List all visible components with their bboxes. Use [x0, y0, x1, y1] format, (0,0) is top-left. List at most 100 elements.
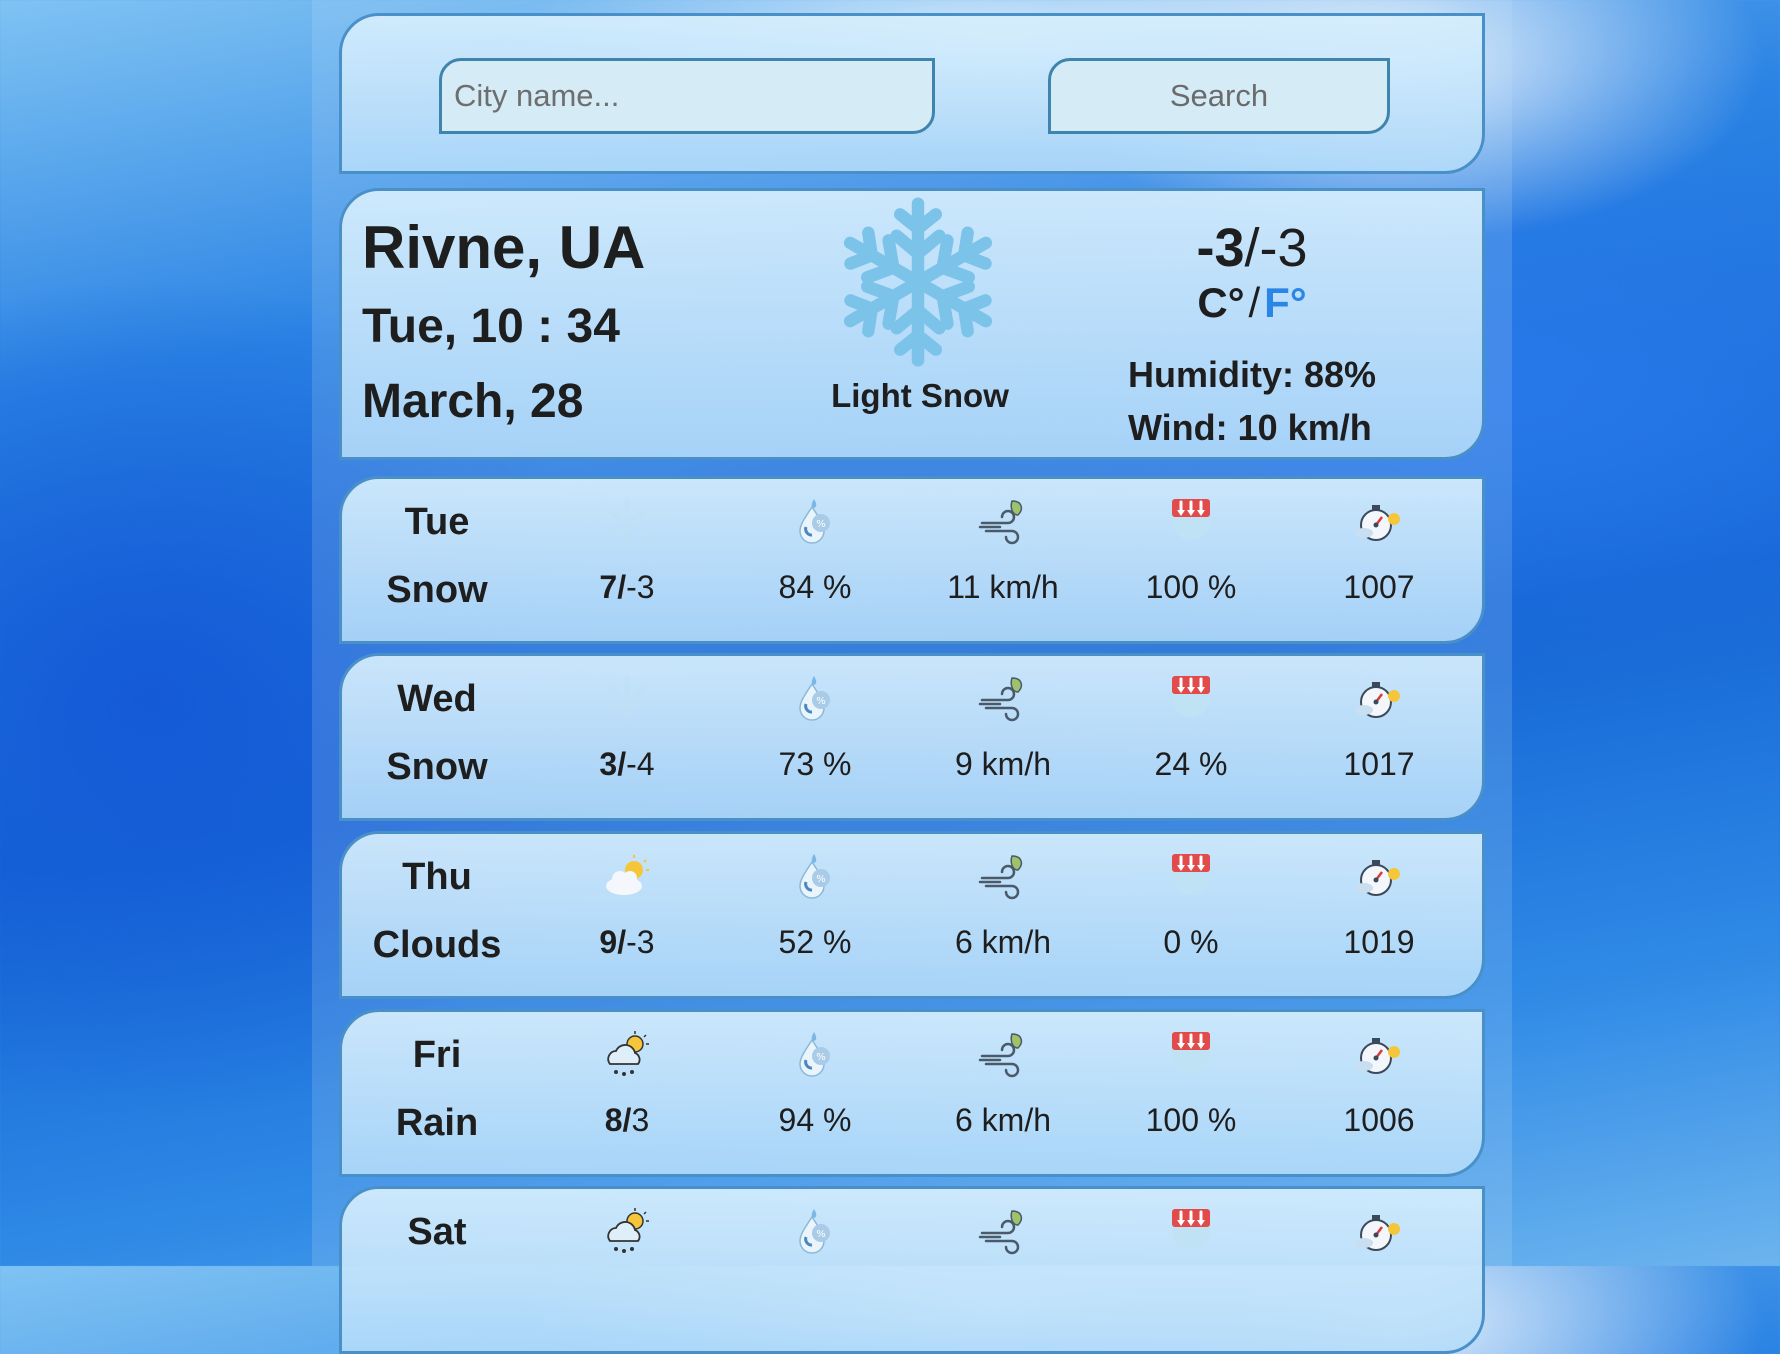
snowflake-icon: [829, 197, 1007, 371]
forecast-wind-value: 11 km/h: [947, 569, 1059, 605]
forecast-wind: 11 km/h: [908, 493, 1098, 633]
forecast-precipitation: 24 %: [1096, 670, 1286, 810]
forecast-temp-low: 3: [631, 1102, 650, 1138]
forecast-temperature: 9/-3: [532, 848, 722, 988]
current-humidity: Humidity: 88%: [1128, 354, 1377, 395]
forecast-precipitation-value: 0 %: [1163, 924, 1219, 960]
pressure-gauge-icon: [1354, 1213, 1402, 1252]
pressure-gauge-icon: [1354, 503, 1402, 542]
forecast-row: Sat: [339, 1186, 1485, 1354]
current-date: March, 28: [362, 375, 584, 428]
sun-cloud-icon: [605, 854, 650, 896]
forecast-pressure-value: 1006: [1343, 1102, 1415, 1138]
forecast-wind-value: 6 km/h: [954, 1102, 1052, 1138]
humidity-drop-icon: [798, 1207, 832, 1255]
humidity-drop-icon: [798, 497, 832, 545]
forecast-row: Fri Rain 8/3 94 % 6 km/h 100 % 1006: [339, 1009, 1485, 1177]
unit-separator: /: [1248, 279, 1261, 326]
forecast-wind-value: 9 km/h: [954, 746, 1052, 782]
forecast-day: Wed: [397, 678, 477, 720]
precipitation-icon: [1170, 852, 1212, 897]
forecast-day: Tue: [404, 501, 470, 543]
forecast-temperature: 8/3: [532, 1026, 722, 1166]
forecast-temp-low: -3: [626, 569, 655, 605]
forecast-precipitation-value: 100 %: [1145, 1102, 1237, 1138]
forecast-pressure-value: 1019: [1343, 924, 1415, 960]
forecast-condition: Snow: [386, 569, 488, 611]
forecast-row: Thu Clouds 9/-3 52 % 6 km/h 0 % 1019: [339, 831, 1485, 999]
search-panel: Search: [339, 13, 1485, 174]
forecast-temperature: [532, 1203, 722, 1343]
forecast-pressure: 1017: [1284, 670, 1474, 810]
forecast-row: Wed Snow 3/-4 73 % 9 km/h 24 % 1017: [339, 653, 1485, 821]
forecast-temperature: 3/-4: [532, 670, 722, 810]
forecast-condition: Clouds: [372, 924, 502, 966]
forecast-wind: [908, 1203, 1098, 1343]
current-condition: Light Snow: [831, 377, 1009, 414]
current-temperature: -3/-3: [1102, 217, 1402, 279]
forecast-humidity: [720, 1203, 910, 1343]
pressure-gauge-icon: [1354, 1036, 1402, 1075]
forecast-temp-value: 7/-3: [532, 569, 722, 606]
humidity-drop-icon: [798, 852, 832, 900]
forecast-temp-low: -4: [626, 746, 655, 782]
forecast-pressure: [1284, 1203, 1474, 1343]
forecast-temp-value: 8/3: [532, 1102, 722, 1139]
forecast-precipitation-value: 24 %: [1154, 746, 1228, 782]
snowflake-icon: [602, 674, 652, 724]
current-weather-panel: Rivne, UA Tue, 10 : 34 March, 28 Light S…: [339, 188, 1485, 460]
current-wind: Wind: 10 km/h: [1128, 407, 1372, 448]
forecast-precipitation: 100 %: [1096, 1026, 1286, 1166]
forecast-temp-high: 3: [599, 746, 618, 782]
precipitation-icon: [1170, 497, 1212, 542]
forecast-temp-value: 3/-4: [532, 746, 722, 783]
forecast-wind: 6 km/h: [908, 1026, 1098, 1166]
pressure-gauge-icon: [1354, 680, 1402, 719]
forecast-temp-high: 7: [599, 569, 618, 605]
forecast-temp-separator: /: [617, 569, 627, 605]
forecast-humidity: 52 %: [720, 848, 910, 988]
search-button[interactable]: Search: [1048, 58, 1390, 134]
forecast-temp-value: 9/-3: [532, 924, 722, 961]
city-name: Rivne, UA: [362, 214, 646, 281]
humidity-drop-icon: [798, 674, 832, 722]
city-search-input[interactable]: [439, 58, 935, 134]
forecast-wind: 6 km/h: [908, 848, 1098, 988]
forecast-temperature: 7/-3: [532, 493, 722, 633]
pressure-gauge-icon: [1354, 858, 1402, 897]
forecast-day: Fri: [412, 1034, 462, 1076]
forecast-wind-value: 6 km/h: [954, 924, 1052, 960]
wind-icon: [978, 499, 1023, 545]
forecast-precipitation: [1096, 1203, 1286, 1343]
snowflake-icon: [602, 497, 652, 547]
forecast-temp-separator: /: [617, 746, 627, 782]
unit-celsius[interactable]: C°: [1197, 279, 1244, 326]
forecast-temp-low: -3: [626, 924, 655, 960]
forecast-day: Sat: [407, 1211, 467, 1253]
forecast-precipitation: 0 %: [1096, 848, 1286, 988]
forecast-pressure: 1006: [1284, 1026, 1474, 1166]
forecast-day: Thu: [402, 856, 472, 898]
forecast-temp-high: 8: [604, 1102, 623, 1138]
forecast-precipitation: 100 %: [1096, 493, 1286, 633]
wind-icon: [978, 1209, 1023, 1255]
wind-icon: [978, 1032, 1023, 1078]
current-time: Tue, 10 : 34: [362, 300, 620, 353]
forecast-humidity: 94 %: [720, 1026, 910, 1166]
forecast-temp-separator: /: [617, 924, 627, 960]
forecast-temp-high: 9: [599, 924, 618, 960]
forecast-precipitation-value: 100 %: [1145, 569, 1237, 605]
forecast-humidity-value: 52 %: [778, 924, 852, 960]
forecast-pressure-value: 1007: [1343, 569, 1415, 605]
wind-icon: [978, 676, 1023, 722]
unit-toggle: C°/F°: [1102, 279, 1402, 327]
wind-icon: [978, 854, 1023, 900]
forecast-pressure: 1007: [1284, 493, 1474, 633]
forecast-row: Tue Snow 7/-3 84 % 11 km/h 100 % 1007: [339, 476, 1485, 644]
temp-low: -3: [1259, 218, 1308, 278]
forecast-condition: Snow: [386, 746, 488, 788]
unit-fahrenheit[interactable]: F°: [1264, 279, 1306, 326]
precipitation-icon: [1170, 1030, 1212, 1075]
forecast-pressure-value: 1017: [1343, 746, 1415, 782]
forecast-humidity: 73 %: [720, 670, 910, 810]
